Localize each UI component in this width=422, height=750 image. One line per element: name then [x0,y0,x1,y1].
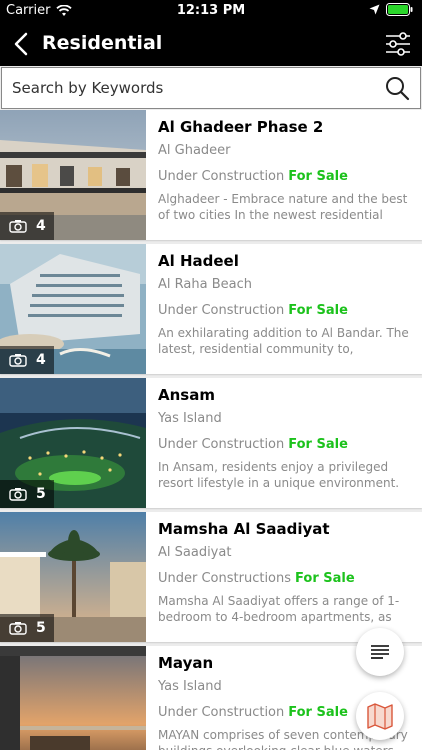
search-bar [0,66,422,110]
list-item[interactable]: 5 Ansam Yas Island Under Construction For… [0,378,422,508]
property-name: Al Ghadeer Phase 2 [158,118,324,136]
map-icon [367,703,393,730]
property-thumbnail: 4 [0,110,146,240]
construction-status: Under Construction [158,169,285,184]
photo-count-badge: 5 [0,480,54,508]
camera-icon [9,488,27,501]
property-name: Al Hadeel [158,252,239,270]
property-description: An exhilarating addition to Al Bandar. T… [158,326,409,356]
property-location: Yas Island [158,411,222,426]
property-description: In Ansam, residents enjoy a privileged r… [158,460,400,490]
property-status: Under Construction For Sale [158,436,412,454]
search-input[interactable] [12,68,372,108]
property-thumbnail: 5 [0,512,146,642]
camera-icon [9,220,27,233]
map-view-button[interactable] [356,692,404,740]
sale-badge: For Sale [288,169,348,184]
list-lines-icon [371,645,389,659]
photo-count: 5 [36,620,46,636]
property-thumbnail: 5 [0,378,146,508]
camera-icon [9,622,27,635]
photo-count-badge: 5 [0,614,54,642]
property-status: Under Constructions For Sale [158,570,412,588]
sale-badge: For Sale [295,571,355,586]
list-view-button[interactable] [356,628,404,676]
construction-status: Under Construction [158,705,285,720]
property-thumbnail [0,646,146,750]
property-location: Al Saadiyat [158,545,232,560]
property-status: Under Construction For Sale [158,168,412,186]
status-bar: Carrier 12:13 PM [0,0,422,22]
construction-status: Under Construction [158,303,285,318]
photo-count: 4 [36,352,46,368]
camera-icon [9,354,27,367]
sale-badge: For Sale [288,705,348,720]
property-thumbnail: 4 [0,244,146,374]
photo-count-badge: 4 [0,212,54,240]
property-name: Ansam [158,386,215,404]
photo-count-badge: 4 [0,346,54,374]
nav-bar: Residential [0,22,422,66]
property-description: Alghadeer - Embrace nature and the best … [158,192,408,222]
sale-badge: For Sale [288,437,348,452]
property-location: Al Raha Beach [158,277,252,292]
back-button[interactable] [8,28,34,60]
photo-count: 5 [36,486,46,502]
page-title: Residential [42,32,163,54]
chevron-left-icon [14,32,28,56]
property-description: Mamsha Al Saadiyat offers a range of 1-b… [158,594,400,624]
clock: 12:13 PM [176,3,246,18]
battery-icon [386,3,413,16]
sunset-balcony-photo [0,646,146,750]
property-status: Under Construction For Sale [158,302,412,320]
sale-badge: For Sale [288,303,348,318]
construction-status: Under Construction [158,437,285,452]
search-icon[interactable] [384,75,410,101]
list-item[interactable]: 4 Al Hadeel Al Raha Beach Under Construc… [0,244,422,374]
property-name: Mamsha Al Saadiyat [158,520,330,538]
search-box [1,67,421,109]
list-item[interactable]: 5 Mamsha Al Saadiyat Al Saadiyat Under C… [0,512,422,642]
location-arrow-icon [369,4,380,15]
filter-sliders-icon[interactable] [384,30,412,58]
construction-status: Under Constructions [158,571,292,586]
list-item[interactable]: 4 Al Ghadeer Phase 2 Al Ghadeer Under Co… [0,110,422,240]
photo-count: 4 [36,218,46,234]
property-location: Al Ghadeer [158,143,231,158]
